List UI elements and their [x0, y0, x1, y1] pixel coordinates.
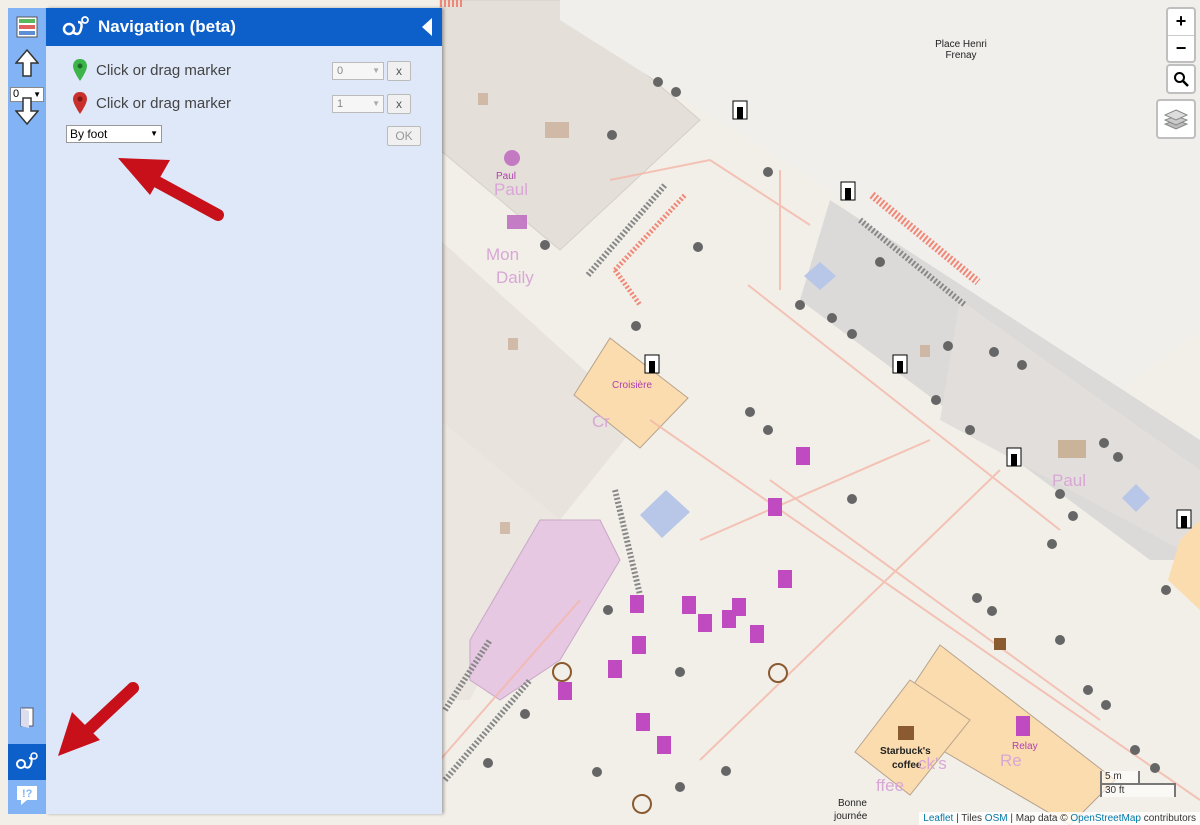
- panel-title: Navigation (beta): [98, 17, 236, 36]
- collapse-panel-icon[interactable]: [422, 18, 432, 36]
- place-label-line1: Place Henri: [935, 39, 987, 50]
- poi-label-starbucks-bg: ck's: [918, 754, 947, 773]
- attribution: Leaflet | Tiles OSM | Map data © OpenStr…: [919, 812, 1200, 825]
- level-bar: 0 ▼ !?: [8, 8, 46, 814]
- level-up-arrow-icon[interactable]: [12, 48, 42, 78]
- place-label: Place Henri Frenay: [925, 39, 997, 61]
- level-down-arrow-icon[interactable]: [12, 96, 42, 126]
- to-level-select[interactable]: 1 ▼: [332, 95, 384, 113]
- search-icon: [1174, 72, 1189, 87]
- from-level-value: 0: [337, 65, 344, 77]
- openstreetmap-link[interactable]: OpenStreetMap: [1070, 813, 1141, 824]
- route-icon: [62, 16, 89, 36]
- travel-mode-value: By foot: [70, 127, 108, 141]
- panel-header: Navigation (beta): [46, 8, 442, 46]
- ok-button[interactable]: OK: [387, 126, 421, 146]
- layers-button[interactable]: [1156, 99, 1196, 139]
- osm-tiles-link[interactable]: OSM: [985, 813, 1008, 824]
- poi-label-monop-2: Daily: [496, 268, 534, 287]
- poi-label-paul-large: Paul: [494, 180, 529, 199]
- green-marker-icon[interactable]: [72, 58, 88, 82]
- to-level-caret-icon: ▼: [372, 99, 380, 108]
- zoom-control: + −: [1166, 7, 1196, 63]
- svg-text:!?: !?: [22, 788, 33, 800]
- poi-label-paul-right: Paul: [1052, 471, 1087, 490]
- attribution-contributors: contributors: [1140, 813, 1196, 824]
- to-marker-row[interactable]: Click or drag marker: [72, 91, 231, 115]
- poi-label-starbucks-bg2: ffee: [876, 776, 905, 795]
- from-clear-button[interactable]: x: [387, 61, 411, 81]
- from-marker-label: Click or drag marker: [96, 61, 232, 79]
- attribution-sep1: | Tiles: [953, 813, 985, 824]
- feedback-icon[interactable]: !?: [12, 780, 42, 810]
- poi-label-croisiere: Croisière: [612, 380, 653, 391]
- layers-icon: [1163, 109, 1189, 130]
- app-logo-icon[interactable]: [12, 12, 42, 42]
- poi-label-bonne-1: Bonne: [838, 798, 867, 809]
- to-level-value: 1: [337, 98, 344, 110]
- red-marker-icon[interactable]: [72, 91, 88, 115]
- place-label-line2: Frenay: [945, 50, 977, 61]
- navigation-tab-button[interactable]: [8, 744, 46, 780]
- travel-mode-caret-icon: ▼: [150, 129, 158, 138]
- travel-mode-select[interactable]: By foot ▼: [66, 125, 162, 143]
- exit-door-icon[interactable]: [12, 702, 42, 732]
- poi-label-monop-1: Mon: [486, 245, 520, 264]
- navigation-panel: Navigation (beta) Click or drag marker 0…: [46, 8, 442, 814]
- from-marker-row[interactable]: Click or drag marker: [72, 58, 231, 82]
- from-level-select[interactable]: 0 ▼: [332, 62, 384, 80]
- from-level-caret-icon: ▼: [372, 66, 380, 75]
- poi-label-bonne-2: journée: [834, 811, 868, 822]
- zoom-in-button[interactable]: +: [1168, 9, 1194, 36]
- scale-imperial: 30 ft: [1100, 783, 1176, 797]
- attribution-sep2: | Map data ©: [1007, 813, 1071, 824]
- to-clear-button[interactable]: x: [387, 94, 411, 114]
- scale-bar: 5 m 30 ft: [1100, 771, 1176, 797]
- poi-label-cr-bg: Cr: [592, 412, 610, 431]
- zoom-out-button[interactable]: −: [1168, 36, 1194, 62]
- route-icon: [16, 752, 38, 769]
- poi-label-relay-bg: Re: [1000, 751, 1022, 770]
- to-marker-label: Click or drag marker: [96, 94, 232, 112]
- leaflet-link[interactable]: Leaflet: [923, 813, 953, 824]
- search-button[interactable]: [1166, 64, 1196, 94]
